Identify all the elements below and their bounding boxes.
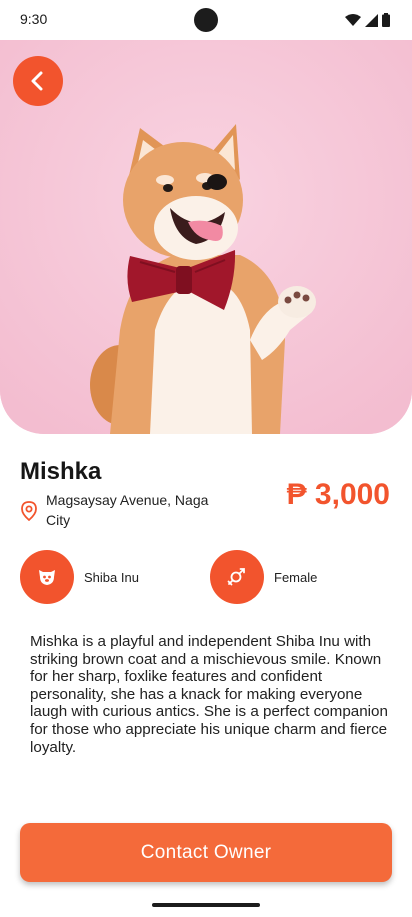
pet-photo <box>0 40 412 434</box>
sex-attribute: Female <box>210 550 317 604</box>
shiba-inu-illustration <box>0 40 412 434</box>
home-indicator[interactable] <box>152 903 260 907</box>
gender-icon <box>227 568 245 586</box>
chevron-left-icon <box>31 71 43 91</box>
battery-icon <box>382 13 390 27</box>
pet-name: Mishka <box>20 458 102 485</box>
back-button[interactable] <box>13 56 63 106</box>
signal-icon <box>365 13 378 27</box>
camera-cutout <box>194 8 218 32</box>
location-pin-icon <box>21 501 37 521</box>
breed-icon-circle <box>20 550 74 604</box>
pet-description: Mishka is a playful and independent Shib… <box>30 633 388 756</box>
sex-label: Female <box>274 569 318 585</box>
price: ₱ 3,000 <box>286 478 390 511</box>
status-icons <box>345 13 390 27</box>
location-row: Magsaysay Avenue, Naga City <box>20 490 230 530</box>
status-bar: 9:30 <box>0 0 412 40</box>
breed-attribute: Shiba Inu <box>20 550 139 604</box>
dog-face-icon <box>39 570 55 585</box>
location-text: Magsaysay Avenue, Naga City <box>46 492 209 528</box>
sex-icon-circle <box>210 550 264 604</box>
wifi-icon <box>345 13 361 26</box>
contact-owner-button[interactable]: Contact Owner <box>20 823 392 882</box>
status-time: 9:30 <box>20 11 48 27</box>
breed-label: Shiba Inu <box>84 569 139 585</box>
